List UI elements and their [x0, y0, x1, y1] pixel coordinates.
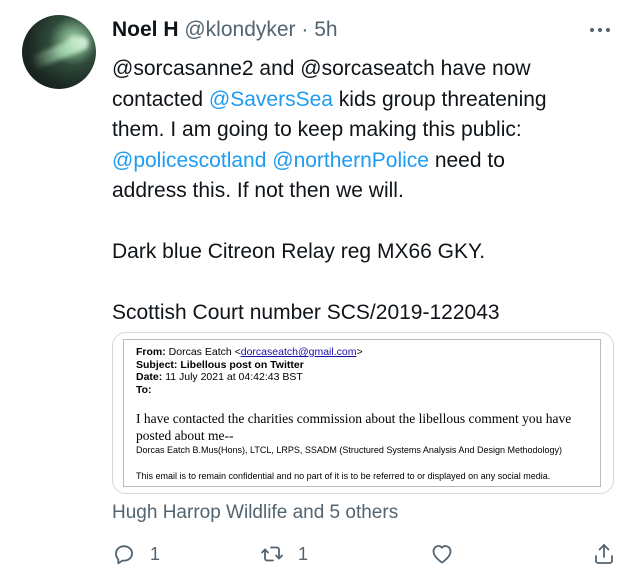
email-date: 11 July 2021 at 04:42:43 BST	[165, 371, 303, 383]
email-screenshot: From: Dorcas Eatch <dorcaseatch@gmail.co…	[123, 339, 601, 487]
reply-button[interactable]: 1	[112, 536, 160, 572]
email-body-line: posted about me--	[136, 428, 234, 443]
mention-link-saverssea[interactable]: @SaversSea	[209, 88, 333, 111]
mention-link-northernpolice[interactable]: @northernPolice	[272, 149, 429, 172]
author-handle[interactable]: @klondyker	[184, 18, 295, 41]
share-button[interactable]	[592, 536, 616, 572]
retweet-button[interactable]: 1	[260, 536, 308, 572]
email-body-line: I have contacted the charities commissio…	[136, 411, 572, 426]
email-confidential-note: This email is to remain confidential and…	[136, 471, 551, 481]
tweet-header: Noel H @klondyker · 5h	[112, 16, 338, 44]
like-button[interactable]	[430, 536, 454, 572]
liked-by-text[interactable]: Hugh Harrop Wildlife and 5 others	[112, 500, 398, 526]
email-date-label: Date:	[136, 371, 163, 383]
email-header: From: Dorcas Eatch <dorcaseatch@gmail.co…	[136, 346, 363, 396]
reply-count: 1	[150, 543, 161, 564]
email-to-label: To:	[136, 383, 152, 396]
tweet-text: @sorcasanne2 and @sorcaseatch have now c…	[112, 54, 612, 329]
email-date-row: Date: 11 July 2021 at 04:42:43 BST	[136, 371, 363, 384]
tweet-line: @policescotland @northernPolice need to	[112, 146, 612, 177]
meta-separator: ·	[301, 18, 309, 41]
email-subject-row: Subject: Libellous post on Twitter	[136, 359, 363, 372]
author-name[interactable]: Noel H	[112, 18, 179, 41]
tweet-line: @sorcasanne2 and @sorcaseatch have now	[112, 57, 531, 80]
share-icon	[595, 544, 613, 564]
reply-icon	[115, 545, 133, 565]
email-from-name: Dorcas Eatch <	[168, 346, 241, 358]
email-subject: Libellous post on Twitter	[180, 358, 304, 371]
tweet-line: address this. If not then we will.	[112, 179, 404, 202]
email-subject-label: Subject:	[136, 358, 178, 371]
mention-link-policescotland[interactable]: @policescotland	[112, 149, 266, 172]
avatar-image-highlight	[29, 34, 91, 70]
tweet[interactable]: Noel H @klondyker · 5h @sorcasanne2 and …	[0, 0, 640, 580]
tweet-line: them. I am going to keep making this pub…	[112, 118, 522, 141]
attached-image[interactable]: From: Dorcas Eatch <dorcaseatch@gmail.co…	[112, 332, 614, 494]
avatar[interactable]	[22, 15, 96, 89]
tweet-line: contacted @SaversSea kids group threaten…	[112, 85, 612, 116]
tweet-line: Dark blue Citreon Relay reg MX66 GKY.	[112, 240, 486, 263]
email-from-address: dorcaseatch@gmail.com	[240, 346, 357, 358]
tweet-text-segment: contacted	[112, 87, 209, 111]
tweet-text-segment: need to	[428, 148, 505, 172]
tweet-actions: 1 1	[0, 536, 640, 572]
email-to-row: To:	[136, 384, 363, 397]
tweet-text-segment: kids group threatening	[332, 87, 547, 111]
retweet-count: 1	[298, 543, 309, 564]
tweet-line: Scottish Court number SCS/2019-122043	[112, 301, 500, 324]
email-from-end: >	[356, 346, 363, 358]
tweet-time[interactable]: 5h	[314, 18, 337, 41]
email-from-label: From:	[136, 346, 166, 358]
email-body: I have contacted the charities commissio…	[136, 410, 606, 444]
heart-icon	[432, 545, 452, 564]
email-from-row: From: Dorcas Eatch <dorcaseatch@gmail.co…	[136, 346, 363, 359]
retweet-icon	[261, 546, 283, 562]
more-horizontal-icon[interactable]	[590, 24, 616, 36]
email-signature: Dorcas Eatch B.Mus(Hons), LTCL, LRPS, SS…	[136, 445, 562, 455]
